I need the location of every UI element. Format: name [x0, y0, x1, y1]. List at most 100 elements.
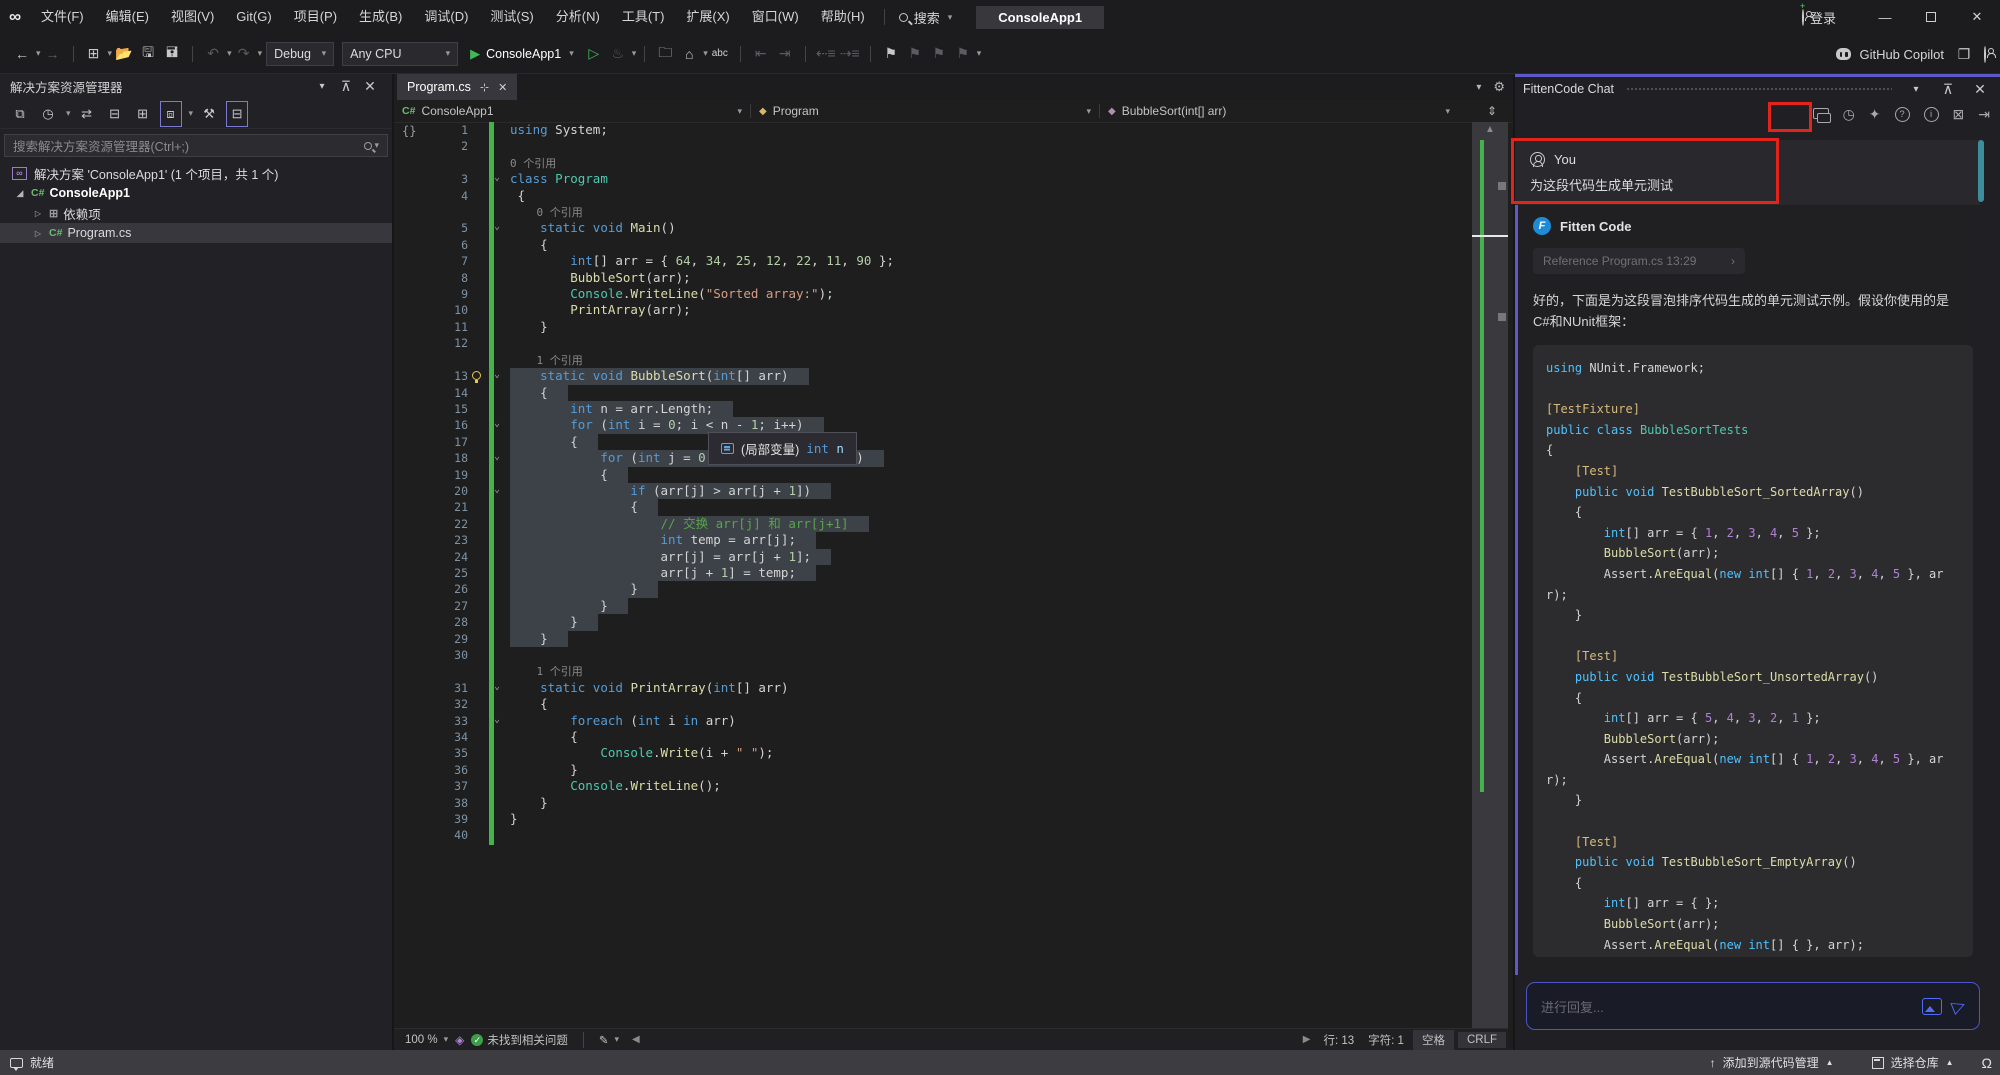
next-bookmark-button[interactable]: ⚑ — [928, 41, 950, 67]
copilot-open-icon[interactable]: ❐ — [1953, 41, 1975, 67]
code-line[interactable]: 4 { — [394, 188, 1472, 204]
code-line[interactable]: 24 arr[j] = arr[j + 1]; — [394, 548, 1472, 565]
char-indicator[interactable]: 字符: 1 — [1361, 1032, 1411, 1048]
code-line[interactable]: 31 ⌄ static void PrintArray(int[] arr) — [394, 680, 1472, 696]
code-line[interactable]: 16 ⌄ for (int i = 0; i < n - 1; i++) — [394, 417, 1472, 434]
solution-explorer-search-input[interactable]: 搜索解决方案资源管理器(Ctrl+;) ▾ — [4, 134, 388, 157]
pending-changes-filter-button[interactable]: ◷ — [37, 101, 59, 127]
code-line[interactable]: 25 arr[j + 1] = temp; — [394, 564, 1472, 582]
code-line[interactable]: 5 ⌄ static void Main() — [394, 220, 1472, 236]
code-line[interactable]: 14 { — [394, 384, 1472, 401]
code-line[interactable]: 7 int[] arr = { 64, 34, 25, 12, 22, 11, … — [394, 253, 1472, 269]
chat-reply-input[interactable]: 进行回复... ▷ — [1526, 982, 1980, 1030]
code-line[interactable]: 12 — [394, 335, 1472, 351]
code-line[interactable]: 36 } — [394, 762, 1472, 778]
sync-with-active-document-button[interactable]: ⇄ — [76, 101, 98, 127]
track-active-item-button[interactable]: ⊟ — [226, 100, 249, 127]
code-line[interactable]: 29 } — [394, 630, 1472, 648]
info-icon[interactable]: i — [1923, 107, 1939, 122]
select-repository-button[interactable]: 选择仓库 ▲ — [1862, 1054, 1964, 1071]
code-line[interactable]: 8 BubbleSort(arr); — [394, 270, 1472, 286]
menu-item-3[interactable]: Git(G) — [225, 0, 282, 34]
code-line[interactable]: 28 } — [394, 614, 1472, 631]
new-project-button[interactable]: ⊞ — [83, 41, 105, 67]
code-line[interactable]: 20 ⌄ if (arr[j] > arr[j + 1]) — [394, 482, 1472, 500]
code-line[interactable]: 32 { — [394, 696, 1472, 712]
tree-item-project[interactable]: ◢ C# ConsoleApp1 — [0, 183, 392, 203]
menu-item-2[interactable]: 视图(V) — [160, 0, 225, 34]
scroll-up-arrow[interactable]: ▲ — [1472, 124, 1508, 135]
pin-button[interactable]: ⊼ — [1937, 76, 1959, 102]
help-icon[interactable]: ? — [1894, 107, 1910, 122]
attach-image-icon[interactable] — [1921, 997, 1942, 1015]
twisty-open-icon[interactable]: ◢ — [14, 188, 26, 199]
line-indicator[interactable]: 行: 13 — [1316, 1032, 1361, 1048]
menu-item-5[interactable]: 生成(B) — [348, 0, 413, 34]
fold-chevron-icon[interactable]: ⌄ — [494, 367, 508, 383]
fold-chevron-icon[interactable]: ⌄ — [494, 712, 508, 728]
code-line[interactable]: 39} — [394, 811, 1472, 827]
close-panel-button[interactable]: ✕ — [359, 74, 381, 100]
breadcrumb-type-dropdown[interactable]: ◆ Program ▾ — [751, 104, 1099, 118]
menu-item-4[interactable]: 项目(P) — [283, 0, 348, 34]
tree-item-program-cs[interactable]: ▷ C# Program.cs — [0, 223, 392, 243]
code-line[interactable]: 22 // 交换 arr[j] 和 arr[j+1] — [394, 515, 1472, 533]
clear-bookmarks-button[interactable]: ⚑ — [952, 41, 974, 67]
start-without-debugging-button[interactable]: ▷ — [583, 41, 605, 67]
codelens-references[interactable]: 1 个引用 — [510, 353, 582, 369]
decrease-indent-button[interactable]: ⇠≡ — [815, 41, 837, 67]
code-editor[interactable]: 1 using System; 2 0 个引用 3 ⌄ class Program 4 { 0… — [394, 122, 1472, 844]
breadcrumb-project-dropdown[interactable]: C# ConsoleApp1 ▾ — [394, 104, 750, 118]
notifications-bell-icon[interactable]: Ω — [1982, 1055, 1992, 1071]
fold-chevron-icon[interactable]: ⌄ — [494, 449, 508, 465]
fold-chevron-icon[interactable]: ⌄ — [494, 482, 508, 498]
send-icon[interactable]: ▷ — [1949, 994, 1969, 1017]
code-line[interactable]: 1 using System; — [394, 122, 1472, 138]
preview-selected-items-button[interactable]: ⧈ — [159, 100, 182, 127]
code-line[interactable]: 3 ⌄ class Program — [394, 171, 1472, 187]
code-line[interactable]: 11 } — [394, 319, 1472, 335]
menu-item-9[interactable]: 工具(T) — [611, 0, 676, 34]
code-line[interactable]: 15 int n = arr.Length; — [394, 400, 1472, 418]
save-button[interactable]: 🖫 — [137, 41, 159, 67]
code-line[interactable]: 27 } — [394, 597, 1472, 615]
window-position-button[interactable]: ▾ — [311, 74, 333, 100]
horizontal-scrollbar[interactable] — [646, 1034, 1297, 1046]
twisty-closed-icon[interactable]: ▷ — [32, 229, 44, 238]
codelens-row[interactable]: 1 个引用 — [394, 352, 1472, 368]
collapse-all-button[interactable]: ⊟ — [104, 101, 126, 127]
increase-indent-button[interactable]: ⇢≡ — [839, 41, 861, 67]
code-line[interactable]: 35 Console.Write(i + " "); — [394, 745, 1472, 761]
code-line[interactable]: 23 int temp = arr[j]; — [394, 532, 1472, 549]
code-line[interactable]: 9 Console.WriteLine("Sorted array:"); — [394, 286, 1472, 302]
chat-scrollbar-thumb[interactable] — [1978, 140, 1984, 202]
start-debugging-button[interactable]: ▶ ConsoleApp1 ▾ — [462, 46, 582, 62]
quick-search[interactable]: 搜索 ▾ — [893, 8, 959, 27]
menu-item-0[interactable]: 文件(F) — [30, 0, 95, 34]
menu-item-10[interactable]: 扩展(X) — [675, 0, 740, 34]
solution-platforms-dropdown[interactable]: Any CPU ▾ — [342, 41, 459, 66]
new-chat-icon[interactable] — [1812, 107, 1831, 123]
twisty-closed-icon[interactable]: ▷ — [32, 209, 44, 218]
magic-wand-icon[interactable]: ✦ — [1869, 106, 1881, 123]
code-line[interactable]: 30 — [394, 647, 1472, 663]
code-line[interactable]: 13 ⌄ static void BubbleSort(int[] arr) — [394, 367, 1472, 385]
tree-item-dependencies[interactable]: ▷ ⊞ 依赖项 — [0, 203, 392, 223]
codelens-row[interactable]: 0 个引用 — [394, 155, 1472, 171]
menu-item-8[interactable]: 分析(N) — [545, 0, 611, 34]
codelens-references[interactable]: 0 个引用 — [510, 156, 556, 172]
menu-item-12[interactable]: 帮助(H) — [810, 0, 876, 34]
reference-chip[interactable]: Reference Program.cs 13:29 › — [1533, 248, 1745, 274]
exit-icon[interactable]: ⇥ — [1978, 106, 1990, 123]
solution-configurations-dropdown[interactable]: Debug ▾ — [266, 41, 335, 66]
menu-item-7[interactable]: 测试(S) — [479, 0, 544, 34]
find-in-files-button[interactable]: 🗀 — [654, 41, 676, 67]
code-line[interactable]: 26 } — [394, 581, 1472, 598]
editor-scrollbar[interactable]: ▲ — [1472, 122, 1508, 1028]
tree-item-solution[interactable]: ∞ 解决方案 'ConsoleApp1' (1 个项目，共 1 个) — [0, 163, 392, 183]
history-icon[interactable]: ◷ — [1843, 106, 1855, 123]
codelens-row[interactable]: 1 个引用 — [394, 663, 1472, 679]
scroll-left-arrow[interactable]: ◀ — [626, 1034, 646, 1045]
solution-explorer-home-button[interactable]: ⌂ — [678, 41, 700, 67]
navigate-back-button[interactable]: ← — [11, 41, 33, 67]
